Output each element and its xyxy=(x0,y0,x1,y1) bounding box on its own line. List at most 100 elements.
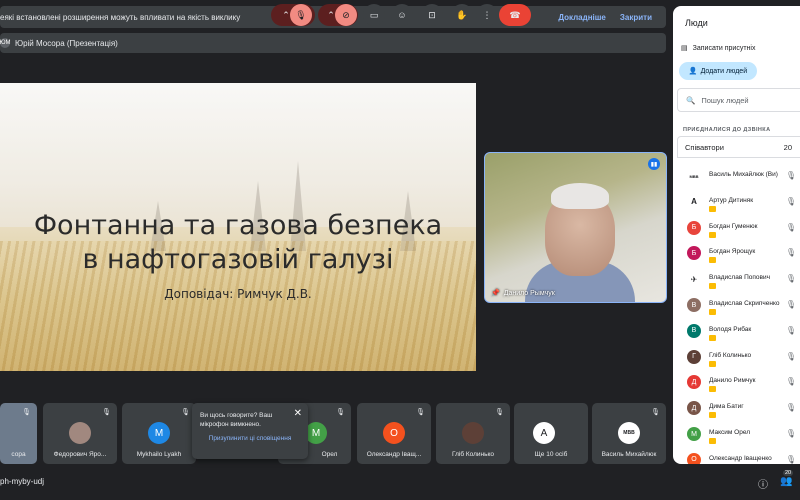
participant-row[interactable]: В Владислав Скрипченко 🎙 xyxy=(673,292,800,318)
pin-icon[interactable]: 📌 xyxy=(491,289,500,297)
participant-avatar: Д xyxy=(687,401,701,416)
participant-avatar: А xyxy=(533,422,555,444)
person-hair xyxy=(551,183,609,209)
mic-off-icon[interactable]: 🎙 xyxy=(786,171,796,180)
participant-row[interactable]: А Артур Дитиняк 🎙 xyxy=(673,189,800,215)
presenter-label: Юрій Мосора (Презентація) xyxy=(15,38,118,48)
mic-off-icon: 🎙 xyxy=(651,409,660,416)
add-people-button[interactable]: 👤 Додати людей xyxy=(679,62,757,80)
participant-row[interactable]: О Олександр Іващенко 🎙 xyxy=(673,447,800,464)
raise-hand-button[interactable]: ✋ xyxy=(451,4,473,26)
participant-row[interactable]: В Володя Рибак 🎙 xyxy=(673,318,800,344)
participant-name: Володя Рибак xyxy=(709,325,752,333)
chevron-up-icon[interactable]: ⌃ xyxy=(327,10,335,21)
phone-hangup-icon: ☎ xyxy=(509,9,521,20)
camera-toggle-button[interactable]: ⊘ xyxy=(335,4,357,26)
cohost-badge-icon xyxy=(709,283,716,290)
pause-notifications-link[interactable]: Призупинити ці сповіщення xyxy=(200,435,300,443)
panel-title: Люди xyxy=(685,18,708,28)
cohost-badge-icon xyxy=(709,334,716,341)
participant-row[interactable]: Б Богдан Ярощук 🎙 xyxy=(673,240,800,266)
video-tile-name: 📌 Данило Рымчук xyxy=(491,289,555,298)
participant-thumb[interactable]: 🎙 О Олександр Іващ... xyxy=(357,403,431,464)
participant-name: Артур Дитиняк xyxy=(709,196,754,204)
mic-off-icon: 🎙 xyxy=(495,409,504,416)
emoji-icon: ☺ xyxy=(397,10,407,20)
meeting-code: ph-myby-udj xyxy=(0,477,45,486)
participant-avatar: М xyxy=(687,427,701,441)
mic-off-icon: 🎙 xyxy=(295,9,307,20)
participant-row[interactable]: Г Гліб Колинько 🎙 xyxy=(673,344,800,370)
group-header[interactable]: Співавтори 20 xyxy=(677,136,800,158)
participant-name: Владислав Попович xyxy=(709,274,770,282)
mic-toggle-button[interactable]: 🎙 xyxy=(290,4,312,26)
participant-photo xyxy=(462,422,484,444)
participant-row[interactable]: М Максим Орел 🎙 xyxy=(673,421,800,447)
speaking-indicator-icon: ▮▮ xyxy=(648,158,660,170)
participant-avatar: О xyxy=(687,452,701,464)
mic-off-icon[interactable]: 🎙 xyxy=(786,403,796,412)
mic-off-icon[interactable]: 🎙 xyxy=(786,300,796,309)
present-button[interactable]: ⊡ xyxy=(421,4,443,26)
participant-avatar: А xyxy=(687,194,701,209)
toast-message: Ви щось говорите? Ваш мікрофон вимкнено. xyxy=(200,412,273,428)
main-video-tile[interactable]: ▮▮ 📌 Данило Рымчук xyxy=(484,152,667,303)
cohost-badge-icon xyxy=(709,386,716,393)
participant-thumb[interactable]: 🎙 МВВ Василь Михайлюк xyxy=(592,403,666,464)
participant-row[interactable]: ✈ Владислав Попович 🎙 xyxy=(673,266,800,292)
mic-off-icon: 🎙 xyxy=(22,409,31,416)
participant-thumb[interactable]: 🎙 Федорович Яро... xyxy=(43,403,117,464)
participant-thumb[interactable]: 🎙 Гліб Колинько xyxy=(436,403,510,464)
presenter-avatar: ЮМ xyxy=(0,38,11,48)
close-warning-button[interactable]: Закрити xyxy=(620,13,652,22)
participant-thumb[interactable]: 🎙 сора xyxy=(0,403,37,464)
presentation-slide: Фонтанна та газова безпека в нафтогазові… xyxy=(0,83,476,371)
participant-logo: МВВ xyxy=(618,422,640,444)
leave-call-button[interactable]: ☎ xyxy=(499,4,531,26)
more-participants-thumb[interactable]: А Ще 10 осіб xyxy=(514,403,588,464)
close-icon[interactable]: ✕ xyxy=(294,408,302,419)
slide-title-line2: в нафтогазовій галузі xyxy=(82,244,394,275)
participant-row[interactable]: МВВ Василь Михайлюк (Ви) 🎙 xyxy=(673,163,800,189)
present-icon: ⊡ xyxy=(428,9,436,20)
cohost-badge-icon xyxy=(709,257,716,264)
mic-off-icon[interactable]: 🎙 xyxy=(786,274,796,283)
more-options-button[interactable]: ⋮ xyxy=(476,4,498,26)
participant-row[interactable]: Д Данило Римчук 🎙 xyxy=(673,369,800,395)
mic-off-icon: 🎙 xyxy=(336,409,345,416)
captions-button[interactable]: ▭ xyxy=(363,4,385,26)
cohost-badge-icon xyxy=(709,231,716,238)
list-icon: ▤ xyxy=(681,45,688,52)
mic-off-icon[interactable]: 🎙 xyxy=(786,223,796,232)
person-add-icon: 👤 xyxy=(688,68,698,75)
record-attendance-button[interactable]: ▤ Записати присутніх xyxy=(681,44,755,53)
info-icon[interactable]: ⓘ xyxy=(758,476,768,491)
mic-off-icon: 🎙 xyxy=(181,409,190,416)
mic-off-icon[interactable]: 🎙 xyxy=(786,455,796,464)
participant-name: Данило Римчук xyxy=(709,377,756,385)
presenter-bar: ЮМ Юрій Мосора (Презентація) xyxy=(0,33,666,53)
people-panel: Люди ▤ Записати присутніх 👤 Додати людей… xyxy=(673,6,800,464)
mic-off-icon[interactable]: 🎙 xyxy=(786,377,796,386)
mic-off-icon[interactable]: 🎙 xyxy=(786,429,796,438)
details-link[interactable]: Докладніше xyxy=(558,13,606,22)
participant-row[interactable]: Б Богдан Гуменюк 🎙 xyxy=(673,215,800,241)
participant-name: Дима Батиг xyxy=(709,403,744,411)
cohost-badge-icon xyxy=(709,360,716,367)
people-icon[interactable]: 👥 20 xyxy=(780,470,794,487)
emoji-button[interactable]: ☺ xyxy=(391,4,413,26)
mic-off-icon[interactable]: 🎙 xyxy=(786,248,796,257)
mic-off-icon[interactable]: 🎙 xyxy=(786,197,796,206)
mic-off-icon[interactable]: 🎙 xyxy=(786,352,796,361)
mic-off-icon[interactable]: 🎙 xyxy=(786,326,796,335)
participant-thumb[interactable]: 🎙 M Mykhailo Lyakh xyxy=(122,403,196,464)
participant-name: Владислав Скрипченко xyxy=(709,300,780,307)
mic-muted-toast: Ви щось говорите? Ваш мікрофон вимкнено.… xyxy=(192,403,308,459)
search-icon: 🔍 xyxy=(686,95,696,105)
participant-avatar: В xyxy=(687,323,701,338)
search-people-input[interactable]: 🔍 Пошук людей xyxy=(677,88,800,112)
participant-avatar: Д xyxy=(687,375,701,390)
joined-section-label: ПРИЄДНАЛИСЯ ДО ДЗВІНКА xyxy=(683,127,771,133)
participant-row[interactable]: Д Дима Батиг 🎙 xyxy=(673,395,800,421)
chevron-up-icon[interactable]: ⌃ xyxy=(282,10,290,21)
